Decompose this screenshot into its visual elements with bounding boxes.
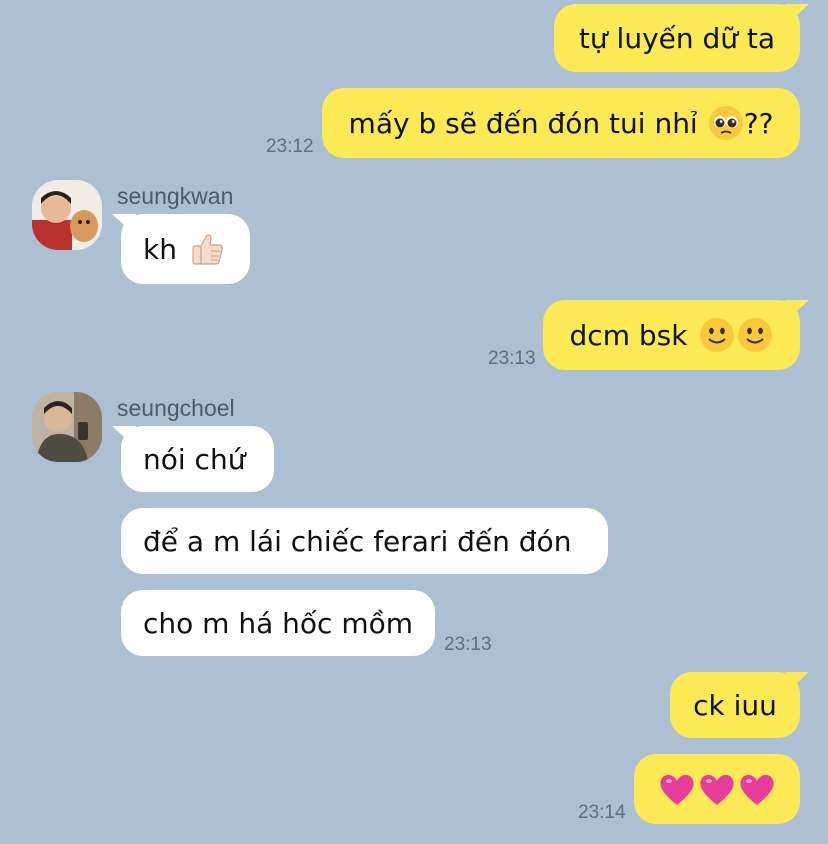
message-text: cho m há hốc mồm: [143, 606, 414, 640]
thumbs-up-icon: [192, 234, 223, 265]
slightly-smiling-face-icon: [700, 318, 735, 352]
pleading-face-icon: [708, 106, 743, 140]
message-text: kh: [143, 232, 177, 266]
outgoing-message[interactable]: [634, 754, 800, 824]
timestamp: 23:14: [578, 802, 626, 823]
sender-name: seungchoel: [117, 395, 235, 421]
message-text: để a m lái chiếc ferari đến đón: [143, 524, 572, 558]
incoming-message[interactable]: để a m lái chiếc ferari đến đón: [121, 508, 608, 574]
slightly-smiling-face-icon: [738, 318, 773, 352]
outgoing-message[interactable]: tự luyến dữ ta: [554, 4, 800, 72]
pink-heart-icon: [740, 774, 774, 805]
message-text: mấy b sẽ đến đón tui nhỉ: [348, 106, 698, 140]
incoming-message[interactable]: kh: [121, 214, 250, 284]
message-suffix: ??: [743, 106, 774, 140]
outgoing-message[interactable]: mấy b sẽ đến đón tui nhỉ ??: [322, 88, 800, 158]
message-text: ck iuu: [693, 688, 777, 722]
incoming-message[interactable]: cho m há hốc mồm: [121, 590, 435, 656]
pink-heart-icon: [700, 774, 734, 805]
sender-name: seungkwan: [117, 183, 234, 209]
avatar-seungchoel[interactable]: [32, 392, 102, 462]
outgoing-message[interactable]: dcm bsk: [543, 300, 800, 370]
message-text: dcm bsk: [569, 318, 688, 352]
incoming-message[interactable]: nói chứ: [121, 426, 274, 492]
timestamp: 23:13: [444, 634, 492, 655]
message-text: nói chứ: [143, 442, 246, 476]
timestamp: 23:12: [266, 136, 314, 157]
avatar-seungkwan[interactable]: [32, 180, 102, 250]
pink-heart-icon: [660, 774, 694, 805]
message-text: tự luyến dữ ta: [578, 21, 776, 55]
timestamp: 23:13: [488, 348, 536, 369]
outgoing-message[interactable]: ck iuu: [670, 672, 800, 738]
